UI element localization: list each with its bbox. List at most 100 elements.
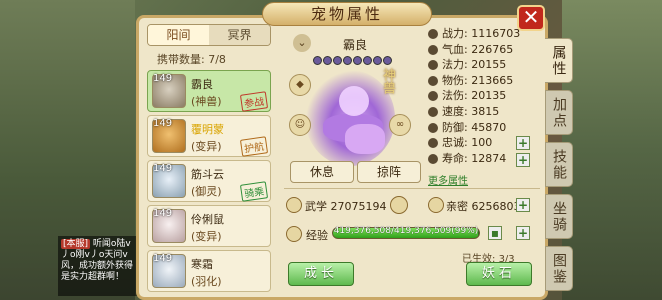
lifespan-icon [428, 153, 438, 164]
formation-button[interactable]: 掠阵 [357, 161, 421, 183]
current-pet-name: 霸良 [342, 38, 367, 52]
skill-icon [333, 56, 342, 65]
right-scene [562, 0, 662, 300]
pet-level: 149 [153, 118, 173, 129]
pet-level: 149 [153, 208, 173, 219]
pet-mood-icon[interactable]: ☺ [289, 114, 311, 136]
pet-list-item[interactable]: 149 伶俐鼠 (变异) [147, 205, 271, 247]
stat-label: 法伤: [442, 89, 468, 103]
mana-icon [428, 60, 438, 71]
hp-icon [428, 44, 438, 55]
exp-label: 经验 [306, 229, 328, 242]
divider [284, 188, 540, 189]
more-attributes-link[interactable]: 更多属性 [428, 172, 468, 187]
tab-skills[interactable]: 技能 [545, 142, 573, 187]
lock-icon[interactable]: ▪ [488, 226, 502, 240]
pet-type: (变异) [191, 140, 222, 153]
pet-status-stamp: 骑乘 [239, 181, 269, 202]
demon-stone-button[interactable]: 妖石 [466, 262, 532, 286]
skill-icon [323, 56, 332, 65]
chat-channel-tag: [本服] [61, 239, 91, 249]
pet-level: 149 [153, 253, 173, 264]
pet-name: 筋斗云 [191, 168, 224, 181]
stat-value: 20155 [471, 58, 507, 72]
martial-icon [286, 197, 302, 213]
stat-label: 速度: [442, 104, 468, 118]
pet-status-stamp: 参战 [239, 91, 269, 112]
intimacy-plus-button[interactable]: + [516, 198, 530, 212]
skill-icon [363, 56, 372, 65]
pet-head [339, 86, 369, 116]
experience-icon [286, 226, 302, 242]
intimacy-label: 亲密 [446, 200, 468, 213]
stat-value: 213665 [471, 73, 514, 87]
stat-label: 物伤: [442, 73, 468, 87]
pet-link-icon[interactable]: ∞ [389, 114, 411, 136]
stat-label: 法力: [442, 58, 468, 72]
speed-icon [428, 106, 438, 117]
pet-type: (御灵) [191, 185, 222, 198]
exp-text: 419,376,508/419,376,509(99%) [333, 226, 479, 236]
swap-icon[interactable] [390, 196, 408, 214]
rest-button[interactable]: 休息 [290, 161, 354, 183]
pet-list-item[interactable]: 149 筋斗云 (御灵) 骑乘 [147, 160, 271, 202]
stat-row: 法力: 20155 [428, 57, 540, 73]
stat-value: 20135 [471, 89, 507, 103]
stat-row: 法伤: 20135 [428, 88, 540, 104]
tab-mingjie[interactable]: 冥界 [209, 25, 270, 45]
skill-icon [353, 56, 362, 65]
pet-level: 149 [153, 73, 173, 84]
chat-box[interactable]: [本服] 听闻o陆v丿o刚v丿o天问v风，成功额外获得是实力超群啊！ [58, 236, 138, 296]
pet-type: (羽化) [191, 275, 222, 288]
exp-plus-button[interactable]: + [516, 226, 530, 240]
stat-label: 忠诚: [442, 136, 468, 150]
stat-value: 45870 [471, 120, 507, 134]
window-title: 宠物属性 [262, 2, 432, 26]
carry-value: 7/8 [208, 53, 226, 66]
skill-icon [313, 56, 322, 65]
intimacy-icon [428, 197, 444, 213]
skill-icons [313, 56, 392, 65]
loyalty-icon [428, 138, 438, 149]
wuxue-row: 武学 27075194 [305, 198, 387, 214]
side-tabs: 属性 加点 技能 坐骑 图鉴 [545, 38, 575, 298]
stat-row: 气血: 226765 [428, 42, 540, 58]
stat-label: 战力: [442, 27, 468, 40]
pet-rider [345, 124, 385, 154]
stat-value: 3815 [471, 104, 500, 118]
pet-list-item[interactable]: 149 寒霜 (羽化) [147, 250, 271, 292]
stat-value: 100 [471, 136, 493, 150]
stat-value: 226765 [471, 42, 514, 56]
pet-book-icon[interactable]: ◆ [289, 74, 311, 96]
physical-damage-icon [428, 75, 438, 86]
stat-label: 寿命: [442, 151, 468, 165]
pet-type: (神兽) [191, 95, 222, 108]
stat-label: 防御: [442, 120, 468, 134]
tab-mount[interactable]: 坐骑 [545, 194, 573, 239]
pet-name: 覆明蒙 [191, 123, 224, 136]
pet-level: 149 [153, 163, 173, 174]
defense-icon [428, 122, 438, 133]
pet-name: 寒霜 [191, 258, 213, 271]
grow-button[interactable]: 成长 [288, 262, 354, 286]
tab-codex[interactable]: 图鉴 [545, 246, 573, 291]
pet-list-item[interactable]: 149 霸良 (神兽) 参战 [147, 70, 271, 112]
intimacy-value: 6256803 [471, 200, 521, 213]
stat-row: 战力: 1116703 [428, 26, 540, 42]
loyalty-plus-button[interactable]: + [516, 136, 530, 150]
combat-power-icon [428, 29, 438, 39]
pet-status-stamp: 护航 [239, 136, 269, 157]
tab-add-points[interactable]: 加点 [545, 90, 573, 135]
wuxue-label: 武学 [305, 200, 327, 213]
lifespan-plus-button[interactable]: + [516, 153, 530, 167]
wuxue-value: 27075194 [330, 200, 387, 213]
carry-label: 携带数量: [157, 53, 205, 66]
pet-list-item[interactable]: 149 覆明蒙 (变异) 护航 [147, 115, 271, 157]
stat-row: 速度: 3815 [428, 104, 540, 120]
skill-icon [343, 56, 352, 65]
tab-attributes[interactable]: 属性 [545, 38, 573, 83]
divine-beast-label: 神兽 [380, 68, 395, 94]
tab-yangjian[interactable]: 阳间 [148, 25, 209, 45]
magic-damage-icon [428, 91, 438, 102]
stat-value: 12874 [471, 151, 507, 165]
